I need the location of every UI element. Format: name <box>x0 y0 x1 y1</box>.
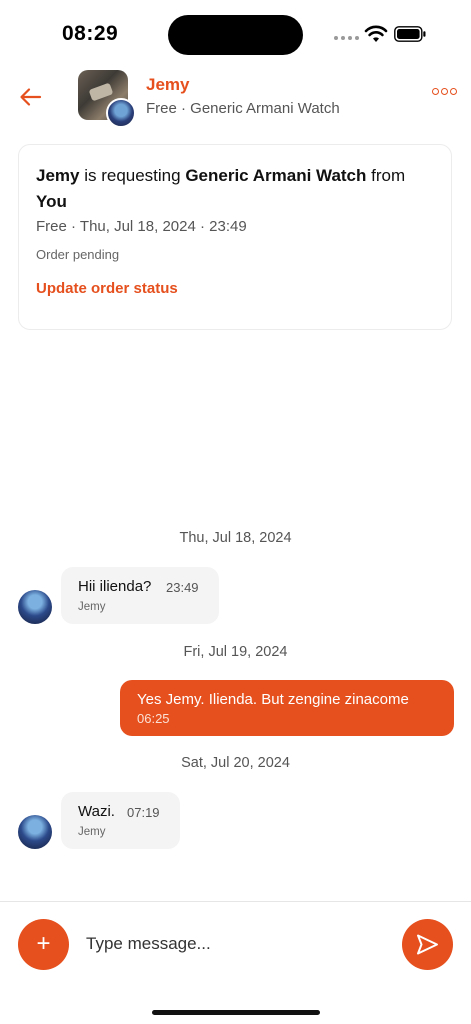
order-meta: Free · Thu, Jul 18, 2024 · 23:49 <box>36 218 247 235</box>
message-text: Wazi. <box>78 803 115 820</box>
date-separator: Sat, Jul 20, 2024 <box>181 755 290 771</box>
wifi-icon <box>364 25 388 42</box>
message-text: Yes Jemy. Ilienda. But zengine zinacome <box>137 691 409 708</box>
message-time: 07:19 <box>127 805 160 820</box>
sender-avatar <box>18 815 52 849</box>
message-time: 23:49 <box>166 580 199 595</box>
update-order-status-link[interactable]: Update order status <box>36 280 178 297</box>
home-indicator[interactable] <box>152 1010 320 1015</box>
order-request-card: Jemy is requesting Generic Armani Watch … <box>18 144 452 330</box>
order-status: Order pending <box>36 247 120 262</box>
battery-icon <box>394 26 426 42</box>
more-options-icon[interactable] <box>432 88 457 95</box>
sender-avatar <box>18 590 52 624</box>
signal-icon <box>334 36 359 40</box>
chat-header: Jemy Free · Generic Armani Watch <box>0 64 471 128</box>
order-request-text: Jemy is requesting Generic Armani Watch … <box>36 166 406 211</box>
message-sender: Jemy <box>78 601 106 613</box>
contact-name[interactable]: Jemy <box>146 75 189 95</box>
arrow-left-icon[interactable] <box>18 84 44 110</box>
composer-divider <box>0 901 471 902</box>
status-bar: 08:29 <box>0 0 471 64</box>
send-icon <box>417 934 438 955</box>
message-time: 06:25 <box>137 711 170 726</box>
plus-icon: + <box>36 930 51 957</box>
dynamic-island <box>168 15 303 55</box>
date-separator: Thu, Jul 18, 2024 <box>179 530 292 546</box>
message-bubble-outgoing[interactable]: Yes Jemy. Ilienda. But zengine zinacome … <box>120 680 454 736</box>
message-bubble-incoming[interactable]: Hii ilienda? 23:49 Jemy <box>61 567 219 624</box>
contact-subtitle: Free · Generic Armani Watch <box>146 100 340 117</box>
add-attachment-button[interactable]: + <box>18 919 69 970</box>
message-text: Hii ilienda? <box>78 578 152 595</box>
message-bubble-incoming[interactable]: Wazi. 07:19 Jemy <box>61 792 180 849</box>
message-input[interactable] <box>80 926 402 962</box>
status-time: 08:29 <box>62 22 119 45</box>
date-separator: Fri, Jul 19, 2024 <box>183 644 288 660</box>
send-button[interactable] <box>402 919 453 970</box>
message-sender: Jemy <box>78 826 106 838</box>
user-avatar <box>106 98 136 128</box>
